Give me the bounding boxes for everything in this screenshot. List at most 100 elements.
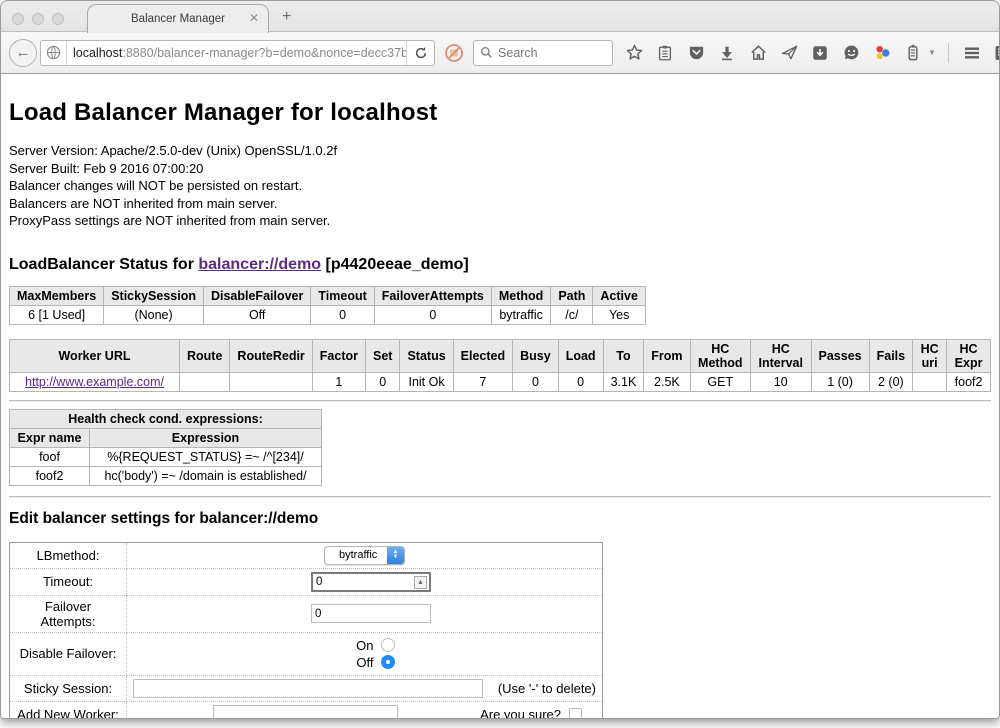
col-load: Load [558,339,603,372]
val-hc-expr: foof2 [947,372,991,391]
col-routeredir: RouteRedir [230,339,312,372]
radio-off-label: Off [356,655,373,670]
tab-close-icon[interactable]: ✕ [249,12,259,24]
col-fails: Fails [869,339,913,372]
val-active: Yes [593,305,646,324]
timeout-label: Timeout: [10,568,127,595]
health-caption-row: Health check cond. expressions: [10,409,322,428]
server-info: Server Version: Apache/2.5.0-dev (Unix) … [9,142,991,230]
zoom-window-button[interactable] [52,13,64,25]
download-icon[interactable] [716,42,738,64]
val-passes: 1 (0) [811,372,869,391]
val-stickysession: (None) [104,305,204,324]
sticky-session-input[interactable] [133,679,483,698]
are-you-sure-label: Are you sure? [480,707,561,720]
number-stepper-icon[interactable]: ▲ [414,576,427,589]
select-stepper-icon: ▲▼ [387,546,404,565]
val-elected: 7 [453,372,512,391]
add-worker-row: Add New Worker: Are you sure? [10,701,603,719]
home-icon[interactable] [747,42,769,64]
extension-square-download-icon[interactable] [809,42,831,64]
status-heading-prefix: LoadBalancer Status for [9,256,198,273]
chevron-down-icon[interactable]: ▼ [928,48,936,57]
url-bar[interactable]: localhost:8880/balancer-manager?b=demo&n… [40,40,435,66]
radio-off[interactable] [381,655,395,669]
add-worker-input[interactable] [213,705,398,720]
lbmethod-select[interactable]: bytraffic ▲▼ [324,546,405,565]
val-maxmembers: 6 [1 Used] [10,305,104,324]
tab-balancer-manager[interactable]: Balancer Manager ✕ [87,4,269,33]
val-status: Init Ok [400,372,453,391]
lbmethod-row: LBmethod: bytraffic ▲▼ [10,542,603,568]
col-hc-method: HC Method [690,339,750,372]
timeout-input[interactable]: 0 ▲ [311,572,431,592]
sticky-session-label: Sticky Session: [10,675,127,701]
timeout-value: 0 [316,576,322,588]
val-expression-1: %{REQUEST_STATUS} =~ /^[234]/ [90,447,322,466]
disable-failover-row: Disable Failover: On Off [10,632,603,675]
health-caption: Health check cond. expressions: [10,409,322,428]
health-row-foof: foof %{REQUEST_STATUS} =~ /^[234]/ [10,447,322,466]
toolbar-icons: ▼ [623,42,1000,64]
inherit-notice-line: Balancers are NOT inherited from main se… [9,195,991,213]
site-identity-globe-icon[interactable] [41,41,67,65]
failover-attempts-row: Failover Attempts: 0 [10,595,603,632]
worker-url-link[interactable]: http://www.example.com/ [25,375,164,389]
reload-icon[interactable] [406,41,434,65]
blocked-content-icon[interactable] [441,40,467,66]
grid-notes-extension-icon[interactable] [992,42,1000,64]
col-status: Status [400,339,453,372]
val-failoverattempts: 0 [374,305,491,324]
persist-notice-line: Balancer changes will NOT be persisted o… [9,177,991,195]
col-busy: Busy [513,339,559,372]
status-heading-suffix: [p4420eeae_demo] [321,256,469,273]
worker-header-row: Worker URL Route RouteRedir Factor Set S… [10,339,991,372]
menu-hamburger-icon[interactable] [961,42,983,64]
col-passes: Passes [811,339,869,372]
page-title: Load Balancer Manager for localhost [9,74,991,127]
browser-window: Balancer Manager ✕ + ← localhost:8880/ba… [0,0,1000,719]
toolbar-separator [948,43,949,63]
are-you-sure-checkbox[interactable] [569,708,582,720]
edit-balancer-form: LBmethod: bytraffic ▲▼ Timeout: 0 ▲ [9,542,603,720]
val-disablefailover: Off [203,305,310,324]
battery-icon[interactable] [902,42,924,64]
tab-title: Balancer Manager [131,13,225,25]
failover-attempts-input[interactable]: 0 [311,604,431,623]
pocket-icon[interactable] [685,42,707,64]
col-expression: Expression [90,428,322,447]
disable-failover-label: Disable Failover: [10,632,127,675]
new-tab-button[interactable]: + [282,9,291,25]
sticky-session-hint: (Use '-' to delete) [498,681,596,696]
balancer-demo-link[interactable]: balancer://demo [198,256,321,273]
colored-dots-extension-icon[interactable] [871,42,893,64]
sticky-session-row: Sticky Session: (Use '-' to delete) [10,675,603,701]
chat-smiley-icon[interactable] [840,42,862,64]
page-content: Load Balancer Manager for localhost Serv… [1,74,999,719]
minimize-window-button[interactable] [32,13,44,25]
proxypass-notice-line: ProxyPass settings are NOT inherited fro… [9,212,991,230]
col-failoverattempts: FailoverAttempts [374,286,491,305]
val-route [180,372,230,391]
health-header-row: Expr name Expression [10,428,322,447]
val-expr-name-2: foof2 [10,466,90,485]
loadbalancer-status-heading: LoadBalancer Status for balancer://demo … [9,256,991,274]
bookmarks-clipboard-icon[interactable] [654,42,676,64]
add-worker-label: Add New Worker: [10,701,127,719]
search-input[interactable] [498,46,598,60]
divider [9,496,991,498]
val-hc-uri [913,372,947,391]
radio-on[interactable] [381,638,395,652]
send-plane-icon[interactable] [778,42,800,64]
window-controls[interactable] [12,13,64,25]
col-factor: Factor [312,339,365,372]
val-busy: 0 [513,372,559,391]
bookmark-star-icon[interactable] [623,42,645,64]
edit-settings-heading: Edit balancer settings for balancer://de… [9,510,991,528]
search-bar[interactable] [473,40,613,66]
close-window-button[interactable] [12,13,24,25]
balancer-value-row: 6 [1 Used] (None) Off 0 0 bytraffic /c/ … [10,305,646,324]
val-fails: 2 (0) [869,372,913,391]
url-text[interactable]: localhost:8880/balancer-manager?b=demo&n… [67,46,406,60]
back-button[interactable]: ← [9,39,37,67]
